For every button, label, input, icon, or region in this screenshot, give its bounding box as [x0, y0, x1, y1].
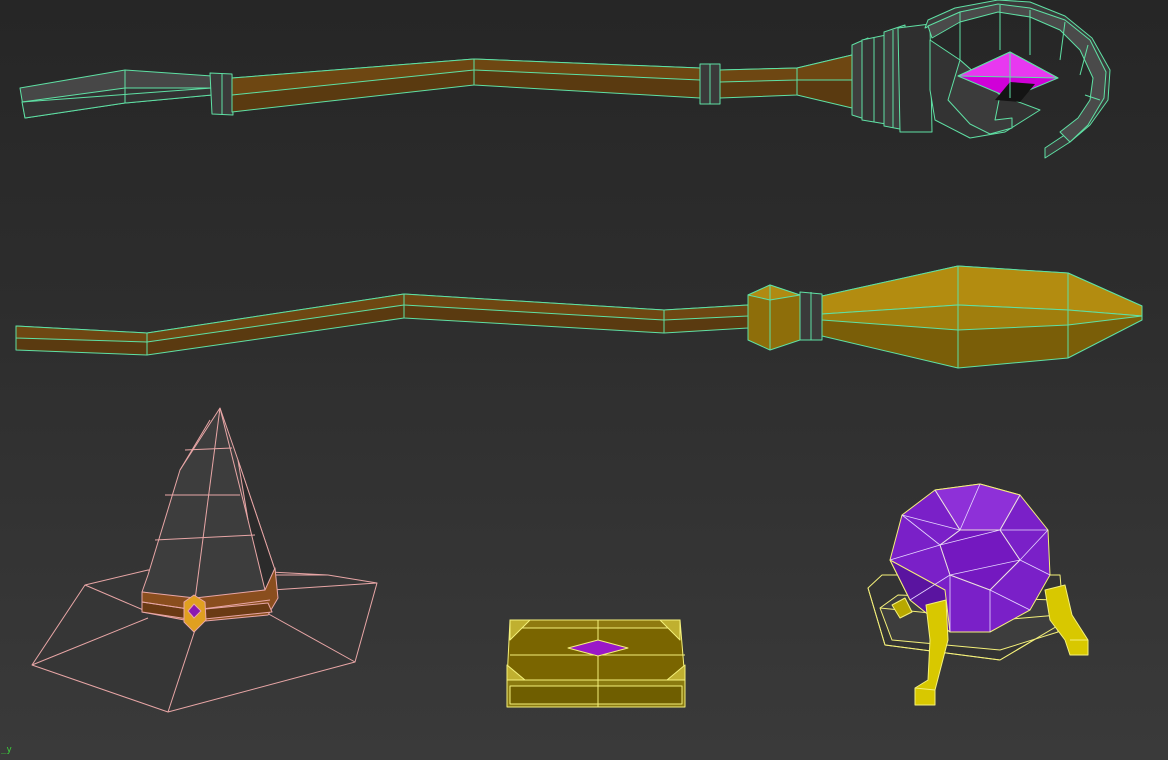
crystal-ball-mesh[interactable] [867, 483, 1089, 706]
axis-indicator-label: _y [1, 745, 12, 755]
3d-viewport[interactable]: _y [0, 0, 1168, 760]
scene-canvas [15, 0, 1143, 713]
hat-mesh[interactable] [31, 407, 378, 713]
broom-mesh[interactable] [15, 265, 1143, 369]
staff-mesh[interactable] [19, 0, 1111, 159]
book-mesh[interactable] [506, 619, 686, 708]
